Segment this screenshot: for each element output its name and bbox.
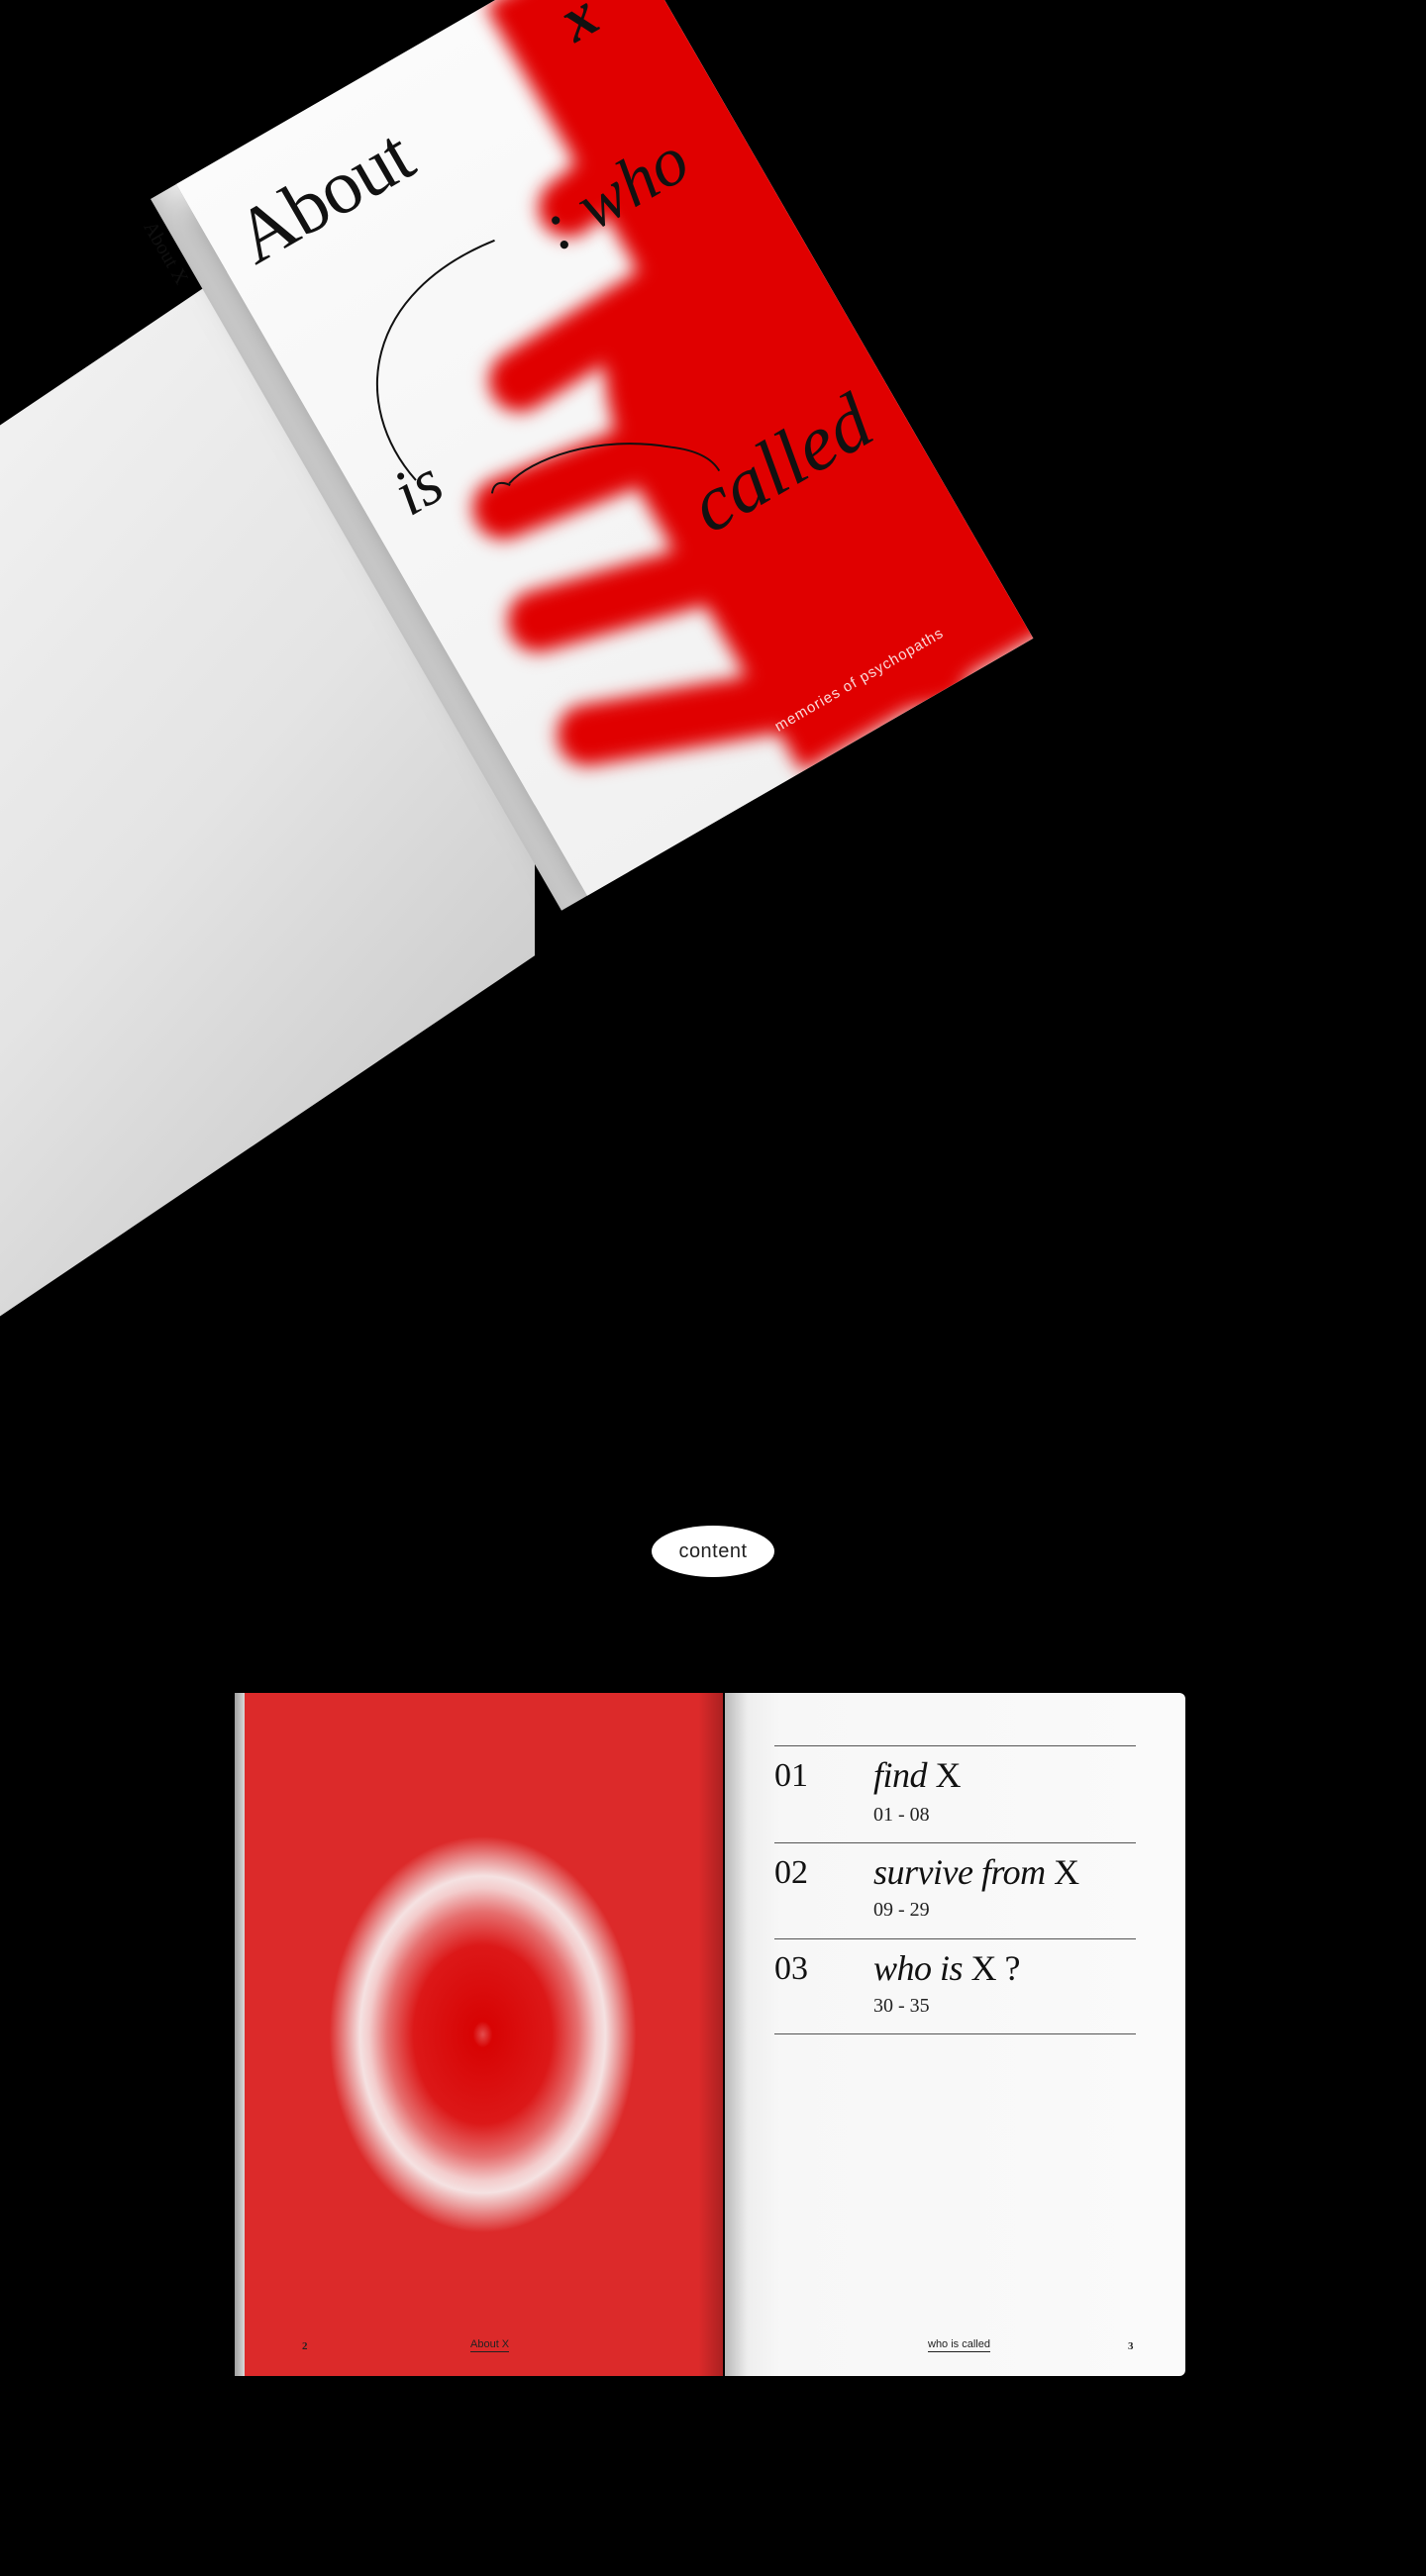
left-folio-label: About X — [470, 2338, 510, 2352]
toc-pages: 09 - 29 — [873, 1899, 930, 1921]
toc-title: survive from X — [873, 1852, 1079, 1892]
right-page-toc: 01 find X 01 - 08 02 survive from X 09 -… — [725, 1693, 1185, 2376]
content-section-label: content — [652, 1526, 774, 1577]
toc-rule — [774, 1938, 1136, 1939]
toc-pages: 30 - 35 — [873, 1995, 930, 2017]
toc-number: 02 — [774, 1854, 808, 1891]
content-label-text: content — [678, 1539, 748, 1562]
toc-number: 01 — [774, 1757, 808, 1794]
toc-title: find X — [873, 1755, 962, 1795]
spine-title: About X — [139, 217, 193, 288]
toc-rule — [774, 2033, 1136, 2034]
left-folio-number: 2 — [302, 2340, 308, 2352]
book-spread: 2 About X 01 find X 01 - 08 02 survive f… — [235, 1693, 1185, 2376]
toc-rule — [774, 1745, 1136, 1746]
toc-pages: 01 - 08 — [873, 1804, 930, 1826]
right-folio-number: 3 — [1128, 2340, 1134, 2352]
left-page-edge — [235, 1693, 245, 2376]
right-folio-label: who is called — [928, 2338, 990, 2352]
spread-gutter — [698, 1693, 748, 2376]
toc-number: 03 — [774, 1950, 808, 1987]
cover-mockup: About X About x : who is called memories… — [0, 0, 1426, 1485]
toc-title: who is X ? — [873, 1948, 1021, 1988]
toc-rule — [774, 1842, 1136, 1843]
left-page-gradient: 2 About X — [243, 1693, 723, 2376]
